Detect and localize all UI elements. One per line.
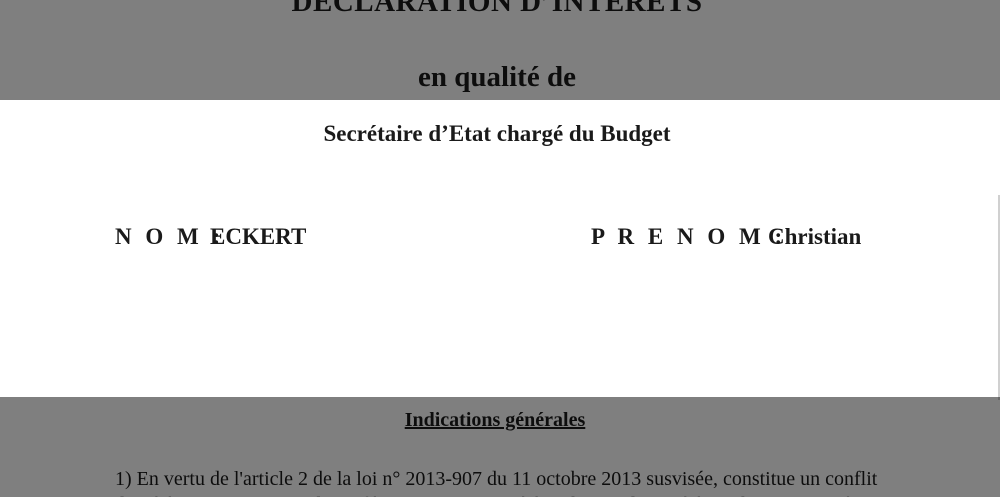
- name-value: ECKERT: [210, 224, 307, 249]
- document-page: DECLARATION D’INTERETS en qualité de Sec…: [0, 0, 1000, 497]
- general-indications-heading: Indications générales: [404, 409, 586, 431]
- firstname-label: P R E N O M :: [591, 224, 787, 249]
- name-label: N O M :: [115, 224, 225, 249]
- declarant-role: Secrétaire d’Etat chargé du Budget: [323, 121, 671, 146]
- general-paragraph-1: 1) En vertu de l'article 2 de la loi n° …: [115, 468, 878, 497]
- document-subtitle: en qualité de: [418, 61, 576, 93]
- document-title: DECLARATION D’INTERETS: [291, 0, 703, 18]
- firstname-value: Christian: [768, 224, 862, 249]
